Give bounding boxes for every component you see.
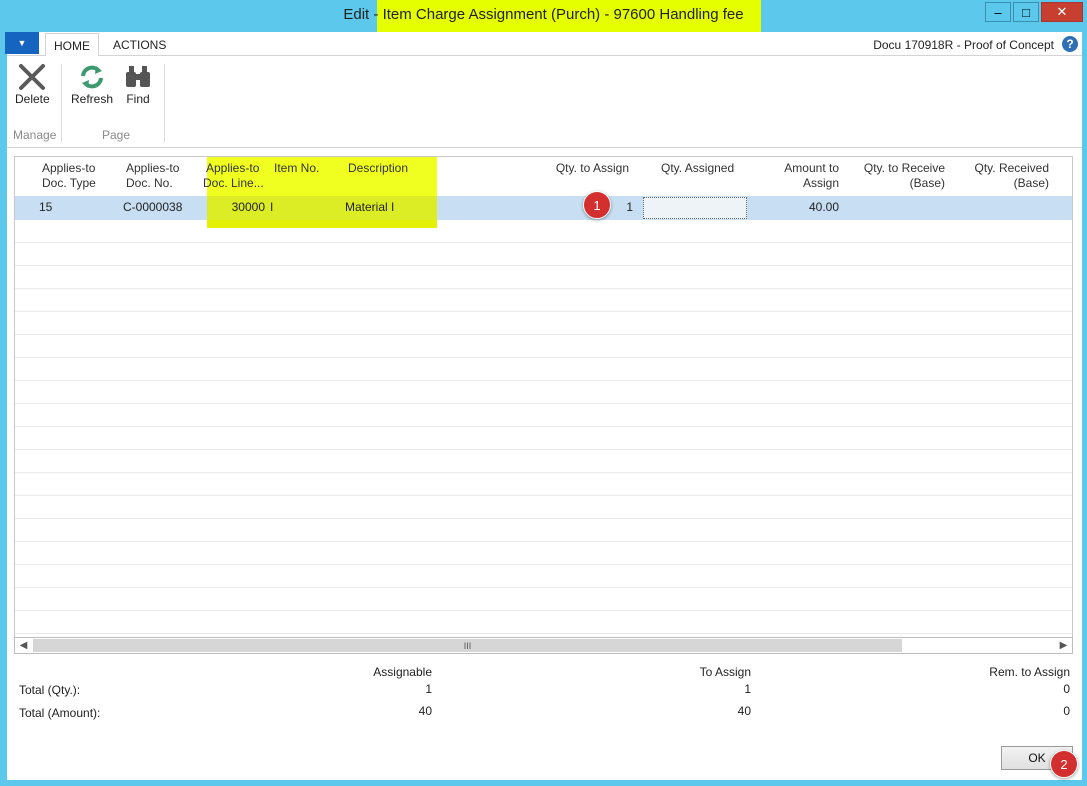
tab-actions[interactable]: ACTIONS (105, 33, 174, 57)
delete-label: Delete (15, 92, 50, 106)
client-area: ▼ HOME ACTIONS Docu 170918R - Proof of C… (5, 32, 1082, 780)
header-amount-to-assign[interactable]: Amount to Assign (755, 161, 839, 191)
help-icon[interactable]: ? (1062, 36, 1078, 52)
find-label: Find (126, 92, 150, 106)
title-bar: Edit - Item Charge Assignment (Purch) - … (0, 0, 1087, 51)
delete-icon (15, 62, 49, 92)
total-qty-label: Total (Qty.): (19, 683, 81, 697)
group-label-manage: Manage (13, 128, 57, 142)
app-menu-button[interactable]: ▼ (5, 32, 39, 54)
tab-home[interactable]: HOME (45, 33, 99, 57)
assignment-grid: Applies-to Doc. Type Applies-to Doc. No. A… (14, 156, 1073, 652)
header-description[interactable]: Description (348, 161, 408, 176)
group-label-page: Page (102, 128, 131, 142)
document-name: Docu 170918R - Proof of Concept (873, 38, 1054, 52)
refresh-icon (75, 62, 109, 92)
cell-doc-no: C-0000038 (123, 200, 183, 214)
cell-doc-line: 30000 (231, 200, 265, 214)
total-qty-to-assign: 1 (744, 682, 751, 696)
total-amount-rem: 0 (1063, 704, 1070, 718)
delete-button[interactable]: Delete (15, 62, 50, 106)
header-qty-to-assign[interactable]: Qty. to Assign (535, 161, 629, 176)
ribbon-tabs: ▼ HOME ACTIONS Docu 170918R - Proof of C… (5, 32, 1082, 57)
totals-header-assignable: Assignable (373, 665, 432, 679)
dropdown-arrow-icon: ▼ (17, 38, 27, 48)
cell-amount-to-assign: 40.00 (808, 200, 839, 214)
header-doc-type[interactable]: Applies-to Doc. Type (42, 161, 96, 191)
total-qty-rem: 0 (1063, 682, 1070, 696)
window: Edit - Item Charge Assignment (Purch) - … (0, 0, 1087, 786)
scroll-left-icon[interactable]: ◀ (15, 638, 32, 653)
scroll-thumb[interactable]: III (33, 639, 902, 652)
header-doc-line[interactable]: Applies-to Doc. Line... (203, 161, 264, 191)
header-doc-no[interactable]: Applies-to Doc. No. (126, 161, 179, 191)
find-button[interactable]: Find (121, 62, 155, 106)
title-prefix: Edit (343, 6, 370, 23)
refresh-label: Refresh (71, 92, 114, 106)
qty-assigned-field[interactable] (643, 197, 747, 219)
maximize-button[interactable]: □ (1013, 2, 1039, 22)
cell-item-no: I (270, 200, 274, 214)
refresh-button[interactable]: Refresh (71, 62, 113, 106)
totals-header-to-assign: To Assign (699, 665, 751, 679)
scroll-right-icon[interactable]: ▶ (1055, 638, 1072, 653)
cell-doc-type: 15 (39, 200, 53, 214)
header-qty-to-receive[interactable]: Qty. to Receive (Base) (855, 161, 945, 191)
total-qty-assignable: 1 (425, 682, 432, 696)
close-button[interactable]: ✕ (1041, 2, 1083, 22)
window-title: Edit - Item Charge Assignment (Purch) - … (0, 6, 1087, 23)
ribbon-separator (61, 64, 62, 142)
annotation-badge-1: 1 (583, 191, 611, 219)
totals-header-rem: Rem. to Assign (989, 665, 1070, 679)
total-amount-label: Total (Amount): (19, 706, 101, 720)
binoculars-icon (121, 62, 155, 92)
ribbon-separator (164, 64, 165, 142)
total-amount-to-assign: 40 (737, 704, 751, 718)
header-item-no[interactable]: Item No. (274, 161, 319, 176)
header-qty-received[interactable]: Qty. Received (Base) (959, 161, 1049, 191)
header-qty-assigned[interactable]: Qty. Assigned (661, 161, 734, 176)
annotation-badge-2: 2 (1050, 750, 1078, 778)
minimize-button[interactable]: ‒ (985, 2, 1011, 22)
cell-description: Material I (345, 200, 395, 214)
ribbon: Delete Refresh Find Manage Page (7, 56, 1082, 148)
total-amount-assignable: 40 (418, 704, 432, 718)
title-main: - Item Charge Assignment (Purch) - 97600… (373, 6, 744, 23)
horizontal-scrollbar[interactable]: ◀ III ▶ (14, 637, 1073, 654)
